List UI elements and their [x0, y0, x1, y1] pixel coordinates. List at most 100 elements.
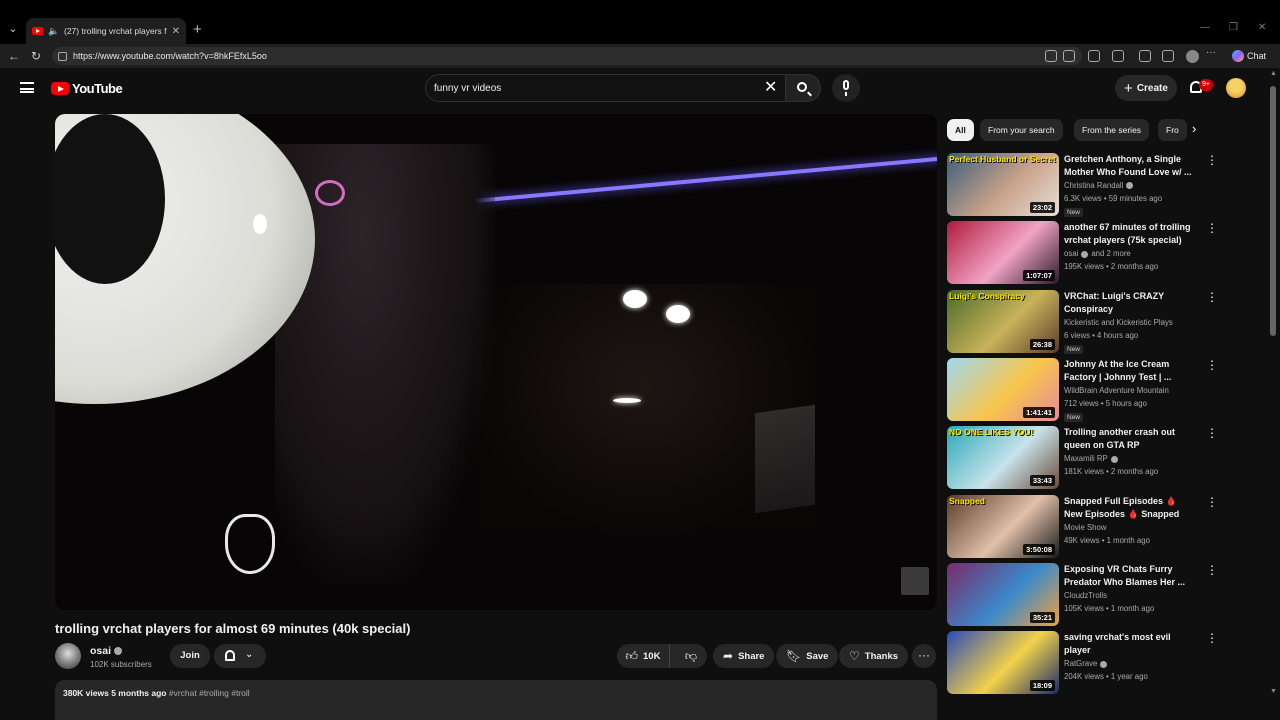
close-tab-icon[interactable]: ✕ [172, 26, 180, 37]
kebab-menu-icon[interactable]: ⋮ [1206, 154, 1218, 166]
refresh-icon[interactable]: ↻ [31, 49, 41, 63]
recommendation-item[interactable]: 18:09 saving vrchat's most evil player Rat… [947, 631, 1247, 695]
recommendation-title[interactable]: Exposing VR Chats Furry Predator Who Bla… [1064, 563, 1194, 589]
scroll-up-icon[interactable]: ▲ [1270, 70, 1277, 77]
video-player[interactable] [55, 114, 937, 610]
recommendation-title[interactable]: VRChat: Luigi's CRAZY Conspiracy [1064, 290, 1194, 316]
recommendation-item[interactable]: 1:07:07 another 67 minutes of trolling vr… [947, 221, 1247, 285]
copilot-chat-button[interactable]: Chat [1232, 48, 1274, 64]
video-thumbnail[interactable]: Perfect Husband or Secret Monster 23:02 [947, 153, 1059, 216]
chevron-right-icon[interactable]: › [1192, 121, 1196, 136]
recommendation-item[interactable]: 1:41:41 Johnny At the Ice Cream Factory |… [947, 357, 1247, 422]
recommendation-title[interactable]: saving vrchat's most evil player [1064, 631, 1194, 657]
kebab-menu-icon[interactable]: ⋮ [1206, 359, 1218, 371]
video-thumbnail[interactable]: NO ONE LIKES YOU! 33:43 [947, 426, 1059, 490]
more-actions-icon[interactable]: ··· [912, 644, 936, 668]
video-thumbnail[interactable]: 1:41:41 [947, 357, 1059, 421]
voice-search-button[interactable] [832, 74, 860, 102]
recommendation-channel[interactable]: Movie Show [1064, 523, 1204, 532]
share-button[interactable]: ➦ Share [713, 644, 775, 668]
recommendation-item[interactable]: Snapped 3:50:08 Snapped Full Episodes 🩸 Ne… [947, 494, 1247, 559]
site-info-icon[interactable] [58, 51, 67, 61]
chip-partial[interactable]: Fro [1158, 119, 1187, 141]
more-options-icon[interactable]: ··· [1206, 47, 1218, 59]
kebab-menu-icon[interactable]: ⋮ [1206, 427, 1218, 439]
clear-search-icon[interactable]: ✕ [764, 79, 777, 97]
account-avatar[interactable] [1226, 78, 1246, 98]
duration-badge: 18:09 [1029, 680, 1055, 692]
recommendation-item[interactable]: 35:21 Exposing VR Chats Furry Predator Wh… [947, 562, 1247, 627]
video-thumbnail[interactable]: Snapped 3:50:08 [947, 494, 1059, 558]
duration-badge: 26:38 [1029, 338, 1055, 350]
kebab-menu-icon[interactable]: ⋮ [1206, 632, 1218, 644]
close-window-icon[interactable]: ✕ [1258, 22, 1266, 33]
recommendation-channel[interactable]: WildBrain Adventure Mountain [1064, 386, 1204, 395]
back-icon[interactable]: ← [8, 49, 20, 63]
recommendation-title[interactable]: Trolling another crash out queen on GTA … [1064, 426, 1194, 452]
restore-icon[interactable]: ❐ [1229, 22, 1238, 33]
logo-text: YouTube [72, 81, 123, 96]
like-button[interactable]: 👍︎ 10K [617, 644, 670, 668]
hashtags[interactable]: #vrchat #trolling #troll [169, 688, 250, 698]
youtube-favicon-icon [32, 27, 43, 35]
kebab-menu-icon[interactable]: ⋮ [1206, 222, 1218, 234]
search-button[interactable] [785, 74, 821, 102]
thanks-button[interactable]: ♡ Thanks [839, 644, 909, 668]
chip-from-the-series[interactable]: From the series [1074, 119, 1150, 141]
subscribed-notifications-button[interactable]: ⌄ [214, 644, 266, 668]
speaker-icon[interactable]: 🔈 [48, 26, 59, 37]
video-thumbnail[interactable]: 18:09 [947, 631, 1059, 695]
recommendation-meta: 6.3K views • 59 minutes ago [1064, 194, 1163, 203]
search-input[interactable] [434, 79, 754, 97]
save-button[interactable]: 🔖︎ Save [776, 644, 839, 668]
scroll-thumb[interactable] [1270, 86, 1276, 336]
url-field[interactable]: https://www.youtube.com/watch?v=8hkFEfxL… [52, 47, 1082, 65]
channel-name[interactable]: osai [90, 645, 123, 657]
video-overlay-thumbnail[interactable] [901, 567, 929, 595]
description-box[interactable]: 380K views 5 months ago #vrchat #trollin… [55, 680, 937, 720]
video-thumbnail[interactable]: 1:07:07 [947, 221, 1059, 285]
create-button[interactable]: + Create [1115, 75, 1177, 101]
recommendation-channel[interactable]: Kickeristic and Kickeristic Plays [1064, 318, 1204, 327]
recommendation-title[interactable]: another 67 minutes of trolling vrchat pl… [1064, 221, 1194, 247]
chip-from-your-search[interactable]: From your search [980, 119, 1063, 141]
dislike-button[interactable]: 👎︎ [675, 644, 707, 668]
join-button[interactable]: Join [170, 644, 210, 668]
scroll-down-icon[interactable]: ▼ [1270, 688, 1277, 695]
new-tab-button[interactable]: + [193, 21, 202, 38]
kebab-menu-icon[interactable]: ⋮ [1206, 496, 1218, 508]
recommendation-channel[interactable]: CloudzTrolls [1064, 591, 1204, 600]
video-thumbnail[interactable]: Luigi's Conspiracy 26:38 [947, 289, 1059, 353]
recommendation-title[interactable]: Johnny At the Ice Cream Factory | Johnny… [1064, 358, 1194, 384]
search-box: ✕ [425, 74, 785, 102]
recommendation-channel[interactable]: RatGrave [1064, 659, 1204, 668]
recommendation-channel[interactable]: Christina Randall [1064, 181, 1204, 190]
split-screen-icon[interactable] [1139, 50, 1151, 62]
page-scrollbar[interactable]: ▲ ▼ [1268, 68, 1280, 708]
recommendation-channel[interactable]: Maxamili RP [1064, 454, 1204, 463]
youtube-logo[interactable]: YouTube [51, 81, 123, 96]
channel-avatar[interactable] [55, 643, 81, 669]
profile-icon[interactable] [1186, 50, 1199, 63]
refresh-extension-icon[interactable] [1112, 50, 1124, 62]
thumbnail-caption: Perfect Husband or Secret Monster [949, 154, 1057, 164]
like-count: 10K [643, 650, 661, 662]
browser-tab[interactable]: 🔈 (27) trolling vrchat players for almos… [26, 18, 186, 44]
recommendation-title[interactable]: Snapped Full Episodes 🩸 New Episodes 🩸 S… [1064, 495, 1194, 522]
extension-icon[interactable] [1088, 50, 1100, 62]
video-thumbnail[interactable]: 35:21 [947, 562, 1059, 626]
recommendation-title[interactable]: Gretchen Anthony, a Single Mother Who Fo… [1064, 153, 1194, 179]
favorites-icon[interactable] [1162, 50, 1174, 62]
recommendation-item[interactable]: Luigi's Conspiracy 26:38 VRChat: Luigi's C… [947, 289, 1247, 354]
recommendation-item[interactable]: Perfect Husband or Secret Monster 23:02 Gr… [947, 153, 1247, 217]
kebab-menu-icon[interactable]: ⋮ [1206, 564, 1218, 576]
chip-all[interactable]: All [947, 119, 974, 141]
minimize-icon[interactable]: — [1200, 22, 1210, 33]
tab-actions-menu-icon[interactable]: ⌄ [6, 22, 20, 36]
menu-icon[interactable] [20, 82, 34, 93]
app-available-icon[interactable] [1045, 50, 1057, 62]
favorite-star-icon[interactable] [1063, 50, 1075, 62]
kebab-menu-icon[interactable]: ⋮ [1206, 291, 1218, 303]
recommendation-channel[interactable]: osai and 2 more [1064, 249, 1204, 258]
recommendation-item[interactable]: NO ONE LIKES YOU! 33:43 Trolling another c… [947, 426, 1247, 490]
